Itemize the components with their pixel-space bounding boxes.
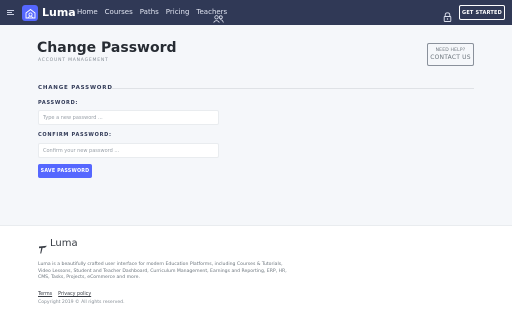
luma-logo-icon[interactable] xyxy=(22,5,38,21)
save-password-button[interactable]: SAVE PASSWORD xyxy=(38,164,92,178)
confirm-password-label: CONFIRM PASSWORD: xyxy=(38,132,112,138)
luma-footer-logo-icon xyxy=(38,239,48,258)
password-label: PASSWORD: xyxy=(38,100,79,106)
page-title: Change Password xyxy=(37,40,177,56)
nav-home[interactable]: Home xyxy=(77,7,98,18)
section-title: CHANGE PASSWORD xyxy=(38,85,113,91)
menu-icon[interactable] xyxy=(7,10,14,15)
nav-courses[interactable]: Courses xyxy=(105,7,133,18)
password-input[interactable] xyxy=(38,110,219,125)
confirm-password-input[interactable] xyxy=(38,143,219,158)
nav-pricing[interactable]: Pricing xyxy=(166,7,190,18)
nav-paths[interactable]: Paths xyxy=(140,7,159,18)
top-navbar: Luma Home Courses Paths Pricing Teachers… xyxy=(0,0,512,25)
contact-us-button[interactable]: NEED HELP? CONTACT US xyxy=(427,43,474,66)
terms-link[interactable]: Terms xyxy=(38,292,52,298)
footer-links: Terms Privacy policy xyxy=(38,292,91,298)
get-started-button[interactable]: GET STARTED xyxy=(459,5,505,20)
copyright: Copyright 2019 © All rights reserved. xyxy=(38,300,125,305)
section-divider xyxy=(111,88,474,89)
contact-label: CONTACT US xyxy=(430,53,471,61)
brand-name[interactable]: Luma xyxy=(42,5,76,21)
footer-brand: Luma xyxy=(50,238,78,249)
page-subtitle: ACCOUNT MANAGEMENT xyxy=(38,58,109,63)
privacy-policy-link[interactable]: Privacy policy xyxy=(58,292,91,298)
footer-description: Luma is a beautifully crafted user inter… xyxy=(38,262,287,280)
users-icon[interactable] xyxy=(213,8,224,27)
lock-icon[interactable] xyxy=(443,7,452,26)
main-nav: Home Courses Paths Pricing Teachers xyxy=(77,7,227,18)
